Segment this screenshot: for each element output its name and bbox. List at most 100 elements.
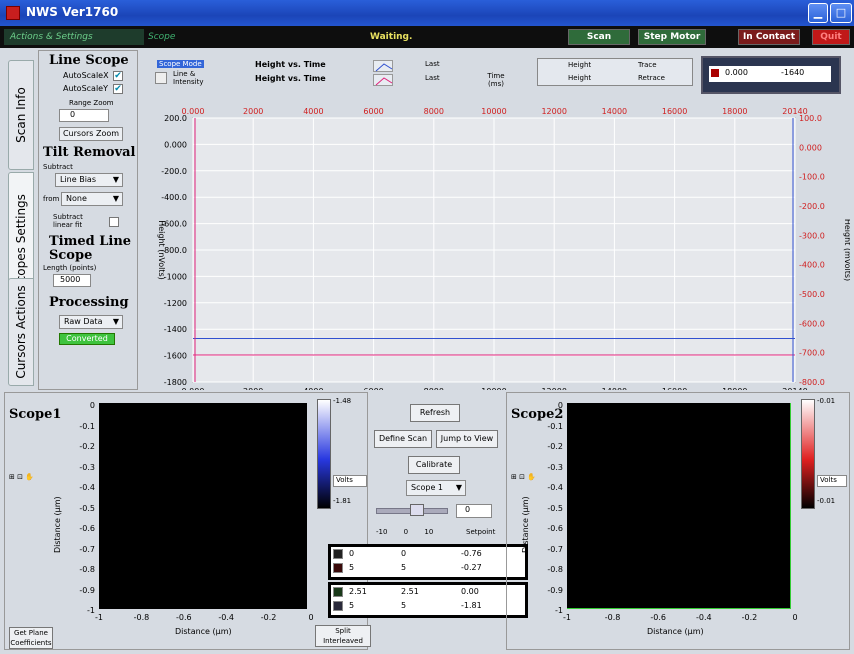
window-title: NWS Ver1760 bbox=[26, 5, 119, 19]
x-tick-label: -1 bbox=[95, 613, 103, 622]
y-left-tick-label: -1800 bbox=[164, 378, 187, 387]
x-tick-label-top: 10000 bbox=[481, 107, 506, 116]
setpoint-label: Setpoint bbox=[466, 528, 496, 536]
subtract-select[interactable]: Line Bias ▼ bbox=[55, 173, 123, 187]
x-tick-label: 4000 bbox=[303, 387, 323, 390]
tab-scan-info[interactable]: Scan Info bbox=[8, 60, 34, 170]
from-label: from bbox=[43, 195, 60, 203]
y-right-axis-label: Height (mVolts) bbox=[843, 219, 850, 281]
range-zoom-label: Range Zoom bbox=[69, 99, 114, 107]
status-text: Waiting. bbox=[370, 32, 413, 42]
tab-actions-settings[interactable]: Actions & Settings bbox=[4, 29, 144, 45]
subtract-linear-fit-checkbox[interactable] bbox=[109, 217, 119, 227]
tab-scan-info-label: Scan Info bbox=[14, 87, 28, 143]
quit-button[interactable]: Quit bbox=[812, 29, 850, 45]
scope1-unit: Volts bbox=[333, 475, 367, 487]
chevron-down-icon: ▼ bbox=[455, 483, 462, 492]
y-tick-label: -0.5 bbox=[79, 503, 95, 513]
in-contact-indicator[interactable]: In Contact bbox=[738, 29, 800, 45]
scope2-image[interactable] bbox=[567, 403, 791, 609]
converted-indicator: Converted bbox=[59, 333, 115, 345]
get-plane-button[interactable]: Get Plane Coefficients bbox=[9, 627, 53, 649]
y-right-tick-label: -500.0 bbox=[799, 290, 825, 299]
y-tick-label: -0.3 bbox=[79, 462, 95, 472]
maximize-button[interactable]: □ bbox=[830, 3, 852, 23]
scope2-colorscale[interactable] bbox=[801, 399, 815, 509]
line-chart[interactable]: 0.000 0.000 2000 2000 4000 4000 6000 6000 8000 80… bbox=[145, 52, 850, 390]
step-motor-button[interactable]: Step Motor bbox=[638, 29, 706, 45]
define-scan-button[interactable]: Define Scan bbox=[374, 430, 432, 448]
cursor-table-1[interactable]: 0 0 -0.76 5 5 -0.27 bbox=[328, 544, 528, 580]
setpoint-input[interactable]: 0 bbox=[456, 504, 492, 518]
refresh-button[interactable]: Refresh bbox=[410, 404, 460, 422]
y-left-tick-label: 200.0 bbox=[164, 114, 187, 123]
slider-tick-mid: 0 bbox=[403, 528, 409, 536]
x-tick-label: 20140 bbox=[782, 387, 807, 390]
scope2-x-axis: -1 -0.8 -0.6 -0.4 -0.2 0 bbox=[563, 613, 798, 625]
app-icon bbox=[6, 6, 20, 20]
tab-cursors-actions[interactable]: Cursors Actions bbox=[8, 278, 34, 386]
scope1-image[interactable] bbox=[99, 403, 307, 609]
slider-tick-max: 10 bbox=[424, 528, 434, 536]
cursor2-swatch bbox=[333, 563, 343, 573]
from-select[interactable]: None ▼ bbox=[61, 192, 123, 206]
calibrate-button[interactable]: Calibrate bbox=[408, 456, 460, 474]
tab-scopes-settings-label: Scopes Settings bbox=[14, 194, 28, 290]
y-tick-label: -0.4 bbox=[547, 483, 563, 492]
processing-select[interactable]: Raw Data ▼ bbox=[59, 315, 123, 329]
cursor4-swatch bbox=[333, 601, 343, 611]
tilt-removal-heading: Tilt Removal bbox=[43, 145, 136, 160]
processing-select-value: Raw Data bbox=[64, 317, 103, 326]
x-tick-label: 14000 bbox=[602, 387, 627, 390]
slider-tick-min: -10 bbox=[376, 528, 388, 536]
scope1-tools-icon[interactable]: ⊞ ⊡ ✋ bbox=[9, 473, 49, 483]
length-input[interactable]: 5000 bbox=[53, 274, 91, 287]
autoscale-x-label: AutoScaleX bbox=[63, 71, 109, 80]
x-tick-label: -0.2 bbox=[741, 613, 758, 622]
subtract-label: Subtract bbox=[43, 163, 73, 171]
tab-scope[interactable]: Scope bbox=[148, 29, 208, 45]
x-tick-label-top: 2000 bbox=[243, 107, 263, 116]
y-tick-label: -0.2 bbox=[79, 442, 95, 451]
y-tick-label: -0.7 bbox=[79, 544, 95, 554]
y-tick-label: 0 bbox=[557, 401, 563, 410]
jump-to-view-button[interactable]: Jump to View bbox=[436, 430, 498, 448]
autoscale-y-checkbox[interactable]: ✔ bbox=[113, 84, 123, 94]
y-left-tick-label: -1000 bbox=[164, 272, 187, 281]
cursor-table-2[interactable]: 2.51 2.51 0.00 5 5 -1.81 bbox=[328, 582, 528, 618]
y-left-tick-label: -400.0 bbox=[161, 193, 187, 202]
scope2-x-label: Distance (µm) bbox=[647, 627, 704, 636]
scope2-tools-icon[interactable]: ⊞ ⊡ ✋ bbox=[511, 473, 551, 483]
y-right-tick-label: -200.0 bbox=[799, 202, 825, 211]
y-right-tick-label: 0.000 bbox=[799, 143, 822, 152]
y-right-tick-label: -700.0 bbox=[799, 349, 825, 358]
scope1-colorscale[interactable] bbox=[317, 399, 331, 509]
line-scope-heading: Line Scope bbox=[49, 53, 129, 68]
timed-line-scope-heading: Timed Line Scope bbox=[49, 234, 132, 263]
scan-button[interactable]: Scan bbox=[568, 29, 630, 45]
scope1-y-axis: 0 -0.1 -0.2 -0.3 -0.4 -0.5 -0.6 -0.7 -0.8 -0.9 -1 bbox=[57, 397, 97, 617]
y-left-tick-label: -1200 bbox=[164, 299, 187, 308]
x-tick-label: 0.000 bbox=[182, 387, 205, 390]
y-tick-label: -0.3 bbox=[547, 462, 563, 472]
range-zoom-input[interactable]: 0 bbox=[59, 109, 109, 122]
y-tick-label: -0.2 bbox=[547, 442, 563, 451]
scope2-panel: Scope2 0 -0.1 -0.2 -0.3 -0.4 -0.5 -0.6 -0.7 -0.8… bbox=[506, 392, 850, 650]
minimize-button[interactable]: ▁ bbox=[808, 3, 828, 23]
x-tick-label-top: 12000 bbox=[541, 107, 566, 116]
x-tick-label: -0.6 bbox=[175, 613, 192, 622]
x-tick-label: 0 bbox=[308, 613, 314, 622]
autoscale-x-checkbox[interactable]: ✔ bbox=[113, 71, 123, 81]
from-select-value: None bbox=[66, 194, 87, 203]
scope-select[interactable]: Scope 1 ▼ bbox=[406, 480, 466, 496]
y-left-tick-label: -200.0 bbox=[161, 167, 187, 176]
cursors-zoom-button[interactable]: Cursors Zoom bbox=[59, 127, 123, 141]
x-tick-label: -0.8 bbox=[604, 613, 621, 622]
scope1-panel: Scope1 0 -0.1 -0.2 -0.3 -0.4 -0.5 -0.6 -0.7 -0.8… bbox=[4, 392, 371, 650]
scope1-x-axis: -1 -0.8 -0.6 -0.4 -0.2 0 bbox=[95, 613, 314, 625]
autoscale-y-label: AutoScaleY bbox=[63, 84, 108, 93]
y-tick-label: 0 bbox=[89, 401, 95, 410]
chevron-down-icon: ▼ bbox=[112, 175, 119, 184]
setpoint-slider-thumb[interactable] bbox=[410, 504, 424, 516]
split-interleaved-button[interactable]: Split Interleaved bbox=[315, 625, 371, 647]
